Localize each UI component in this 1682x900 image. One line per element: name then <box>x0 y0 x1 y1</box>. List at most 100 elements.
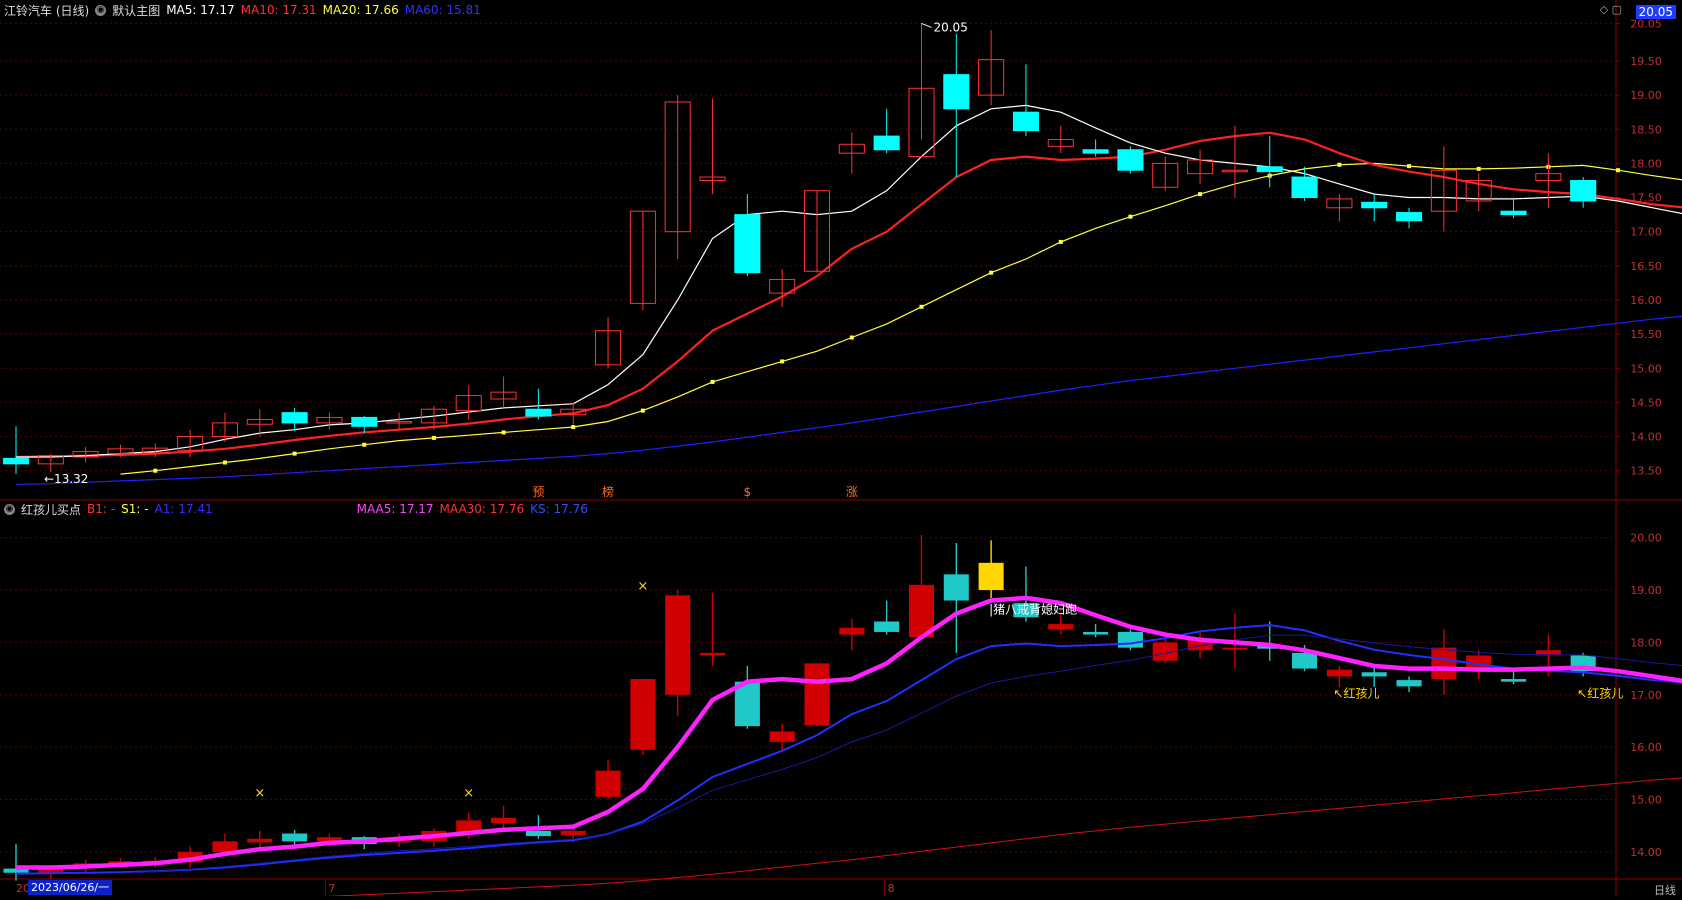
sub-candle-body <box>630 679 655 750</box>
ma20-line-marker <box>362 443 366 447</box>
candle-body <box>1362 202 1387 207</box>
sub-candle-body <box>839 628 864 635</box>
ma20-line-marker <box>1477 167 1481 171</box>
sub-candle-body <box>491 818 516 823</box>
template-label[interactable]: 默认主图 <box>112 2 160 19</box>
main-y-tick-label: 19.00 <box>1630 89 1662 102</box>
sub-y-tick-label: 17.00 <box>1630 689 1662 702</box>
sub-candle-body <box>665 595 690 694</box>
sub-header: ◉ 红孩儿买点 B1: - S1: - A1: 17.41 MAA5: 17.1… <box>4 500 594 518</box>
ma20-line-marker <box>1059 240 1063 244</box>
candle-body <box>282 413 307 423</box>
candle-body <box>874 136 899 150</box>
sub-candle-body <box>874 621 899 631</box>
main-y-tick-label: 18.00 <box>1630 157 1662 170</box>
maa5-value: MAA5: 17.17 <box>357 502 434 516</box>
pattern-label: |猪八戒背媳妇跑 <box>989 602 1077 617</box>
candle-body <box>1571 180 1596 200</box>
main-y-tick-label: 16.00 <box>1630 294 1662 307</box>
window-controls[interactable]: ◇ ▢ <box>1600 3 1622 16</box>
sub-candle-body <box>212 841 237 851</box>
buy-x-marker: × <box>463 786 474 801</box>
sub-y-tick-label: 20.00 <box>1630 532 1662 545</box>
sub-candle-body <box>1222 648 1247 650</box>
signal-marker: 预 <box>532 485 544 499</box>
sub-y-tick-label: 16.00 <box>1630 741 1662 754</box>
ma20-line-marker <box>989 271 993 275</box>
signal-marker: $ <box>744 485 752 499</box>
main-y-tick-label: 18.50 <box>1630 123 1662 136</box>
ma10-value: MA10: 17.31 <box>241 3 317 17</box>
sub-candle-body <box>700 653 725 656</box>
visibility-icon[interactable]: ◉ <box>95 5 106 16</box>
candle-body <box>1397 213 1422 221</box>
sub-y-tick-label: 15.00 <box>1630 793 1662 806</box>
main-y-tick-label: 14.00 <box>1630 431 1662 444</box>
candle-body <box>1083 150 1108 153</box>
ma20-line-marker <box>1616 168 1620 172</box>
date-cursor: 2023/06/26/一 <box>28 880 112 895</box>
sub-candle-body <box>1501 679 1526 682</box>
main-y-tick-label: 16.50 <box>1630 260 1662 273</box>
min-label: ←13.32 <box>44 472 88 486</box>
main-y-tick-label: 15.50 <box>1630 328 1662 341</box>
kline-stage[interactable]: 20.0519.5019.0018.5018.0017.5017.0016.50… <box>0 0 1682 896</box>
x-tick-label: 8 <box>888 882 895 895</box>
main-y-tick-label: 19.50 <box>1630 55 1662 68</box>
sub-candle-body <box>247 839 272 843</box>
ks-value: KS: 17.76 <box>530 502 588 516</box>
candle-body <box>735 215 760 273</box>
sub-candle-body <box>770 731 795 741</box>
main-header: 江铃汽车 (日线) ◉ 默认主图 MA5: 17.17 MA10: 17.31 … <box>4 1 487 19</box>
b1-value: B1: - <box>87 502 115 516</box>
collapse-icon: ▢ <box>1612 3 1622 16</box>
indicator-title[interactable]: 红孩儿买点 <box>21 501 81 518</box>
ma5-value: MA5: 17.17 <box>166 3 234 17</box>
candle-body <box>944 75 969 109</box>
candle-body <box>352 417 377 426</box>
sub-candle-body <box>944 574 969 600</box>
candle-body <box>1292 177 1317 197</box>
candle-body <box>1013 112 1038 130</box>
main-y-tick-label: 14.50 <box>1630 396 1662 409</box>
candle-body <box>1118 150 1143 170</box>
last-price-tag: 20.05 <box>1636 5 1676 19</box>
ma20-line-marker <box>850 336 854 340</box>
ma20-line-marker <box>711 380 715 384</box>
buy-x-marker: × <box>637 579 648 594</box>
ma20-line-marker <box>293 452 297 456</box>
ma20-line-marker <box>641 409 645 413</box>
x-tick-label: 7 <box>328 882 335 895</box>
max-label: 20.05 <box>933 20 967 34</box>
kline-chart[interactable]: 20.0519.5019.0018.5018.0017.5017.0016.50… <box>0 0 1682 896</box>
stock-title[interactable]: 江铃汽车 (日线) <box>4 2 89 19</box>
sub-candle-body <box>1048 624 1073 629</box>
ma60-value: MA60: 15.81 <box>405 3 481 17</box>
a1-value: A1: 17.41 <box>155 502 213 516</box>
sub-candle-body <box>596 771 621 797</box>
ma20-line-marker <box>571 425 575 429</box>
ma20-line-marker <box>502 430 506 434</box>
signal-marker: 涨 <box>846 484 858 499</box>
s1-value: S1: - <box>121 502 148 516</box>
sub-candle-body <box>804 663 829 725</box>
signal-marker: 榜 <box>602 484 614 499</box>
sub-candle-body <box>561 831 586 835</box>
sub-candle-body <box>1327 670 1352 677</box>
sub-candle-body <box>1292 653 1317 669</box>
hhe-signal-label: ↖红孩儿 <box>1577 685 1623 700</box>
sub-y-tick-label: 14.00 <box>1630 846 1662 859</box>
ma20-line-marker <box>1128 215 1132 219</box>
ma20-line-marker <box>1407 164 1411 168</box>
sub-candle-body <box>1083 632 1108 635</box>
main-y-tick-label: 17.00 <box>1630 226 1662 239</box>
sub-candle-body <box>979 563 1004 590</box>
ma20-line-marker <box>1198 192 1202 196</box>
ma20-value: MA20: 17.66 <box>323 3 399 17</box>
sub-candle-body <box>1118 632 1143 648</box>
buy-x-marker: × <box>254 786 265 801</box>
main-y-tick-label: 20.05 <box>1630 17 1662 30</box>
indicator-visibility-icon[interactable]: ◉ <box>4 504 15 515</box>
ma20-line-marker <box>1337 163 1341 167</box>
sub-y-tick-label: 19.00 <box>1630 584 1662 597</box>
